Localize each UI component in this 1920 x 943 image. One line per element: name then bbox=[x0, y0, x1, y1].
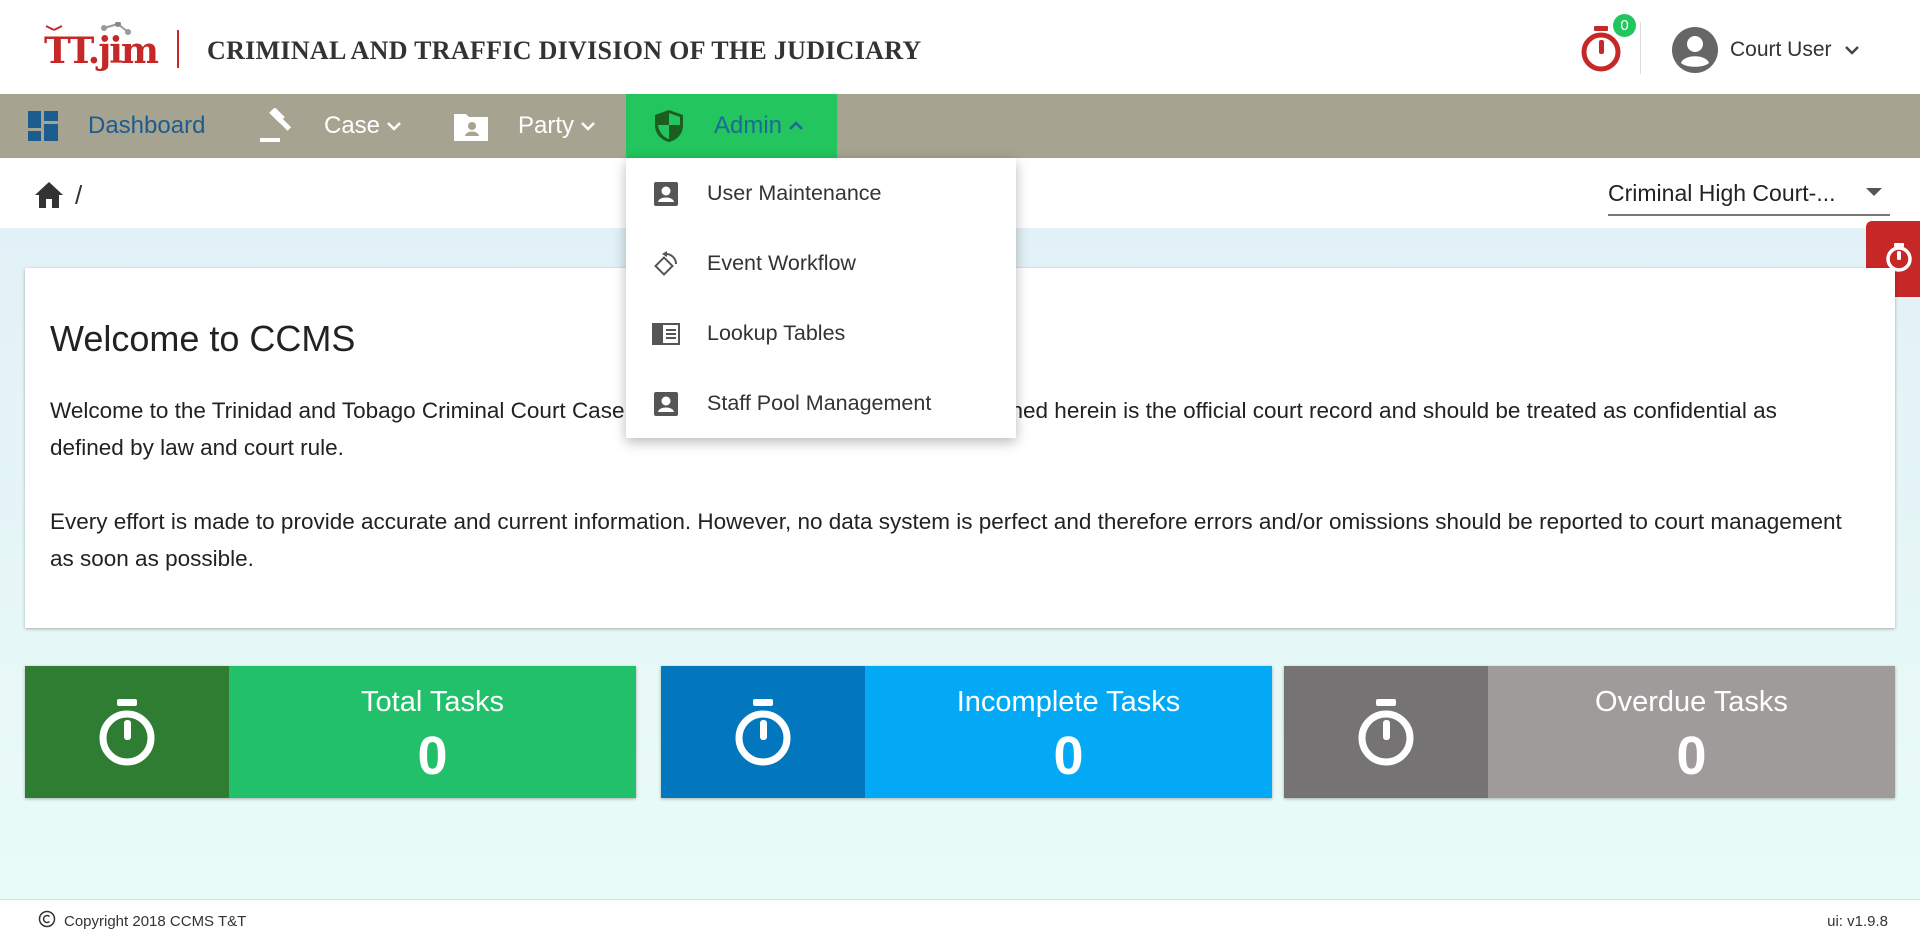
chevron-down-icon bbox=[386, 120, 402, 132]
timer-count-badge: 0 bbox=[1613, 14, 1636, 37]
copyright-icon bbox=[38, 910, 56, 928]
ttjim-logo[interactable]: TT.jim bbox=[44, 21, 159, 74]
task-icon-box bbox=[25, 666, 229, 798]
breadcrumb-separator: / bbox=[75, 180, 83, 210]
court-select-value: Criminal High Court-... bbox=[1608, 180, 1836, 206]
nav-party[interactable]: Party bbox=[454, 94, 596, 158]
menu-item-label: Staff Pool Management bbox=[707, 390, 932, 415]
user-name: Court User bbox=[1730, 38, 1832, 61]
contact-icon bbox=[654, 182, 678, 206]
nav-case-label: Case bbox=[324, 112, 381, 139]
logo-divider bbox=[177, 30, 179, 68]
account-circle-icon bbox=[1672, 27, 1718, 73]
chevron-up-icon bbox=[788, 120, 804, 132]
stopwatch-icon bbox=[99, 699, 155, 766]
welcome-title: Welcome to CCMS bbox=[50, 318, 356, 359]
copyright-text: Copyright 2018 CCMS T&T bbox=[64, 913, 247, 930]
folder-user-icon bbox=[454, 114, 488, 141]
task-count: 0 bbox=[1053, 726, 1084, 786]
task-body: Incomplete Tasks 0 bbox=[865, 666, 1272, 798]
task-icon-box bbox=[1284, 666, 1488, 798]
header-divider bbox=[1640, 22, 1641, 74]
shield-icon bbox=[655, 110, 683, 142]
task-title: Overdue Tasks bbox=[1595, 686, 1788, 718]
gavel-icon bbox=[260, 108, 292, 142]
nav-case[interactable]: Case bbox=[258, 94, 402, 158]
menu-item-lookup-tables[interactable]: Lookup Tables bbox=[626, 298, 1016, 368]
menu-item-label: Lookup Tables bbox=[707, 320, 846, 345]
workflow-icon bbox=[654, 251, 677, 276]
menu-item-label: User Maintenance bbox=[707, 180, 882, 205]
overdue-tasks-card[interactable]: Overdue Tasks 0 bbox=[1284, 666, 1895, 798]
task-body: Overdue Tasks 0 bbox=[1488, 666, 1895, 798]
chevron-down-icon bbox=[580, 120, 596, 132]
task-count: 0 bbox=[417, 726, 448, 786]
task-title: Total Tasks bbox=[361, 686, 504, 718]
app-title: CRIMINAL AND TRAFFIC DIVISION OF THE JUD… bbox=[207, 36, 922, 65]
court-select[interactable]: Criminal High Court-... bbox=[1608, 176, 1890, 216]
version-text: ui: v1.9.8 bbox=[1827, 913, 1888, 930]
nav-dashboard-label: Dashboard bbox=[88, 112, 206, 139]
user-menu[interactable]: Court User bbox=[1672, 26, 1860, 74]
home-icon[interactable] bbox=[34, 181, 64, 214]
stopwatch-icon bbox=[735, 699, 791, 766]
nav-dashboard[interactable]: Dashboard bbox=[28, 94, 205, 158]
menu-item-staff-pool-management[interactable]: Staff Pool Management bbox=[626, 368, 1016, 438]
task-body: Total Tasks 0 bbox=[229, 666, 636, 798]
footer: Copyright 2018 CCMS T&T ui: v1.9.8 bbox=[0, 899, 1920, 943]
task-count: 0 bbox=[1676, 726, 1707, 786]
incomplete-tasks-card[interactable]: Incomplete Tasks 0 bbox=[661, 666, 1272, 798]
table-icon bbox=[652, 323, 680, 345]
nav-party-label: Party bbox=[518, 112, 575, 139]
menu-item-label: Event Workflow bbox=[707, 250, 856, 275]
dropdown-arrow-icon bbox=[1866, 188, 1882, 196]
task-title: Incomplete Tasks bbox=[956, 686, 1181, 718]
app-header: TT.jim CRIMINAL AND TRAFFIC DIVISION OF … bbox=[0, 0, 1920, 94]
task-icon-box bbox=[661, 666, 865, 798]
nav-admin[interactable]: Admin bbox=[626, 94, 837, 158]
menu-item-event-workflow[interactable]: Event Workflow bbox=[626, 228, 1016, 298]
total-tasks-card[interactable]: Total Tasks 0 bbox=[25, 666, 636, 798]
chevron-down-icon bbox=[1844, 46, 1859, 55]
logo-text: TT.jim bbox=[44, 30, 159, 72]
main-navbar: Dashboard Case Party Admin bbox=[0, 94, 1920, 158]
menu-item-user-maintenance[interactable]: User Maintenance bbox=[626, 158, 1016, 228]
nav-admin-label: Admin bbox=[714, 112, 783, 139]
admin-dropdown-menu: User Maintenance Event Workflow Lookup T… bbox=[626, 158, 1016, 438]
welcome-paragraph-2: Every effort is made to provide accurate… bbox=[50, 509, 1842, 571]
contact-icon bbox=[654, 392, 678, 416]
dashboard-icon bbox=[28, 111, 58, 141]
stopwatch-icon bbox=[1358, 699, 1414, 766]
